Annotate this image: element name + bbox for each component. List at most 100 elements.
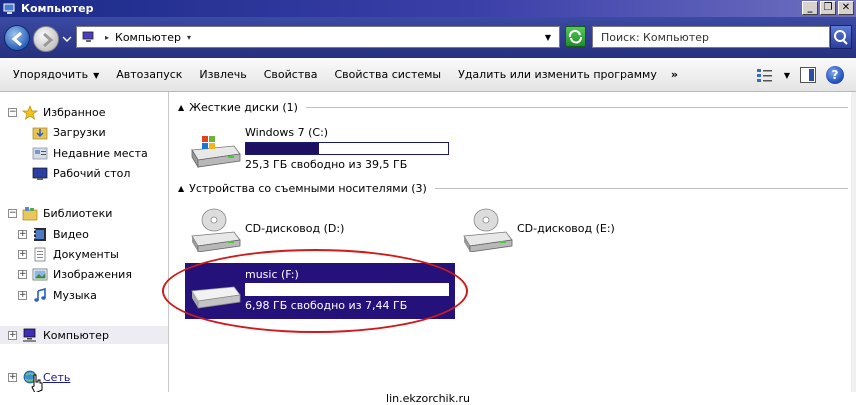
capacity-fill: [246, 143, 319, 154]
sidebar-item-label: Музыка: [53, 288, 97, 302]
sidebar-item-computer[interactable]: + Компьютер: [8, 326, 109, 344]
minimize-button[interactable]: _: [802, 1, 818, 15]
downloads-folder-icon: [32, 127, 48, 139]
help-icon[interactable]: ?: [826, 66, 844, 84]
cd-drive-icon: [463, 208, 513, 252]
sidebar-item-label: Документы: [53, 247, 119, 261]
organize-label: Упорядочить: [13, 68, 89, 81]
sidebar-item-downloads[interactable]: Загрузки: [32, 123, 106, 141]
drive-name: CD-дисковод (E:): [517, 222, 615, 235]
window-edge: [851, 92, 856, 392]
sidebar-item-video[interactable]: + Видео: [18, 225, 89, 243]
drive-e[interactable]: CD-дисковод (E:): [460, 204, 720, 254]
sidebar-item-label: Рабочий стол: [53, 166, 131, 180]
watermark-text: lin.ekzorchik.ru: [0, 392, 856, 405]
sidebar-item-images[interactable]: + Изображения: [18, 265, 132, 283]
collapse-icon[interactable]: −: [8, 107, 17, 117]
eject-button[interactable]: Извлечь: [199, 68, 246, 81]
collapse-icon[interactable]: −: [8, 208, 17, 218]
sidebar-item-music[interactable]: + Музыка: [18, 286, 97, 304]
address-dropdown-icon[interactable]: ▼: [545, 33, 551, 42]
group-header-hard-drives[interactable]: ▲ Жесткие диски (1): [178, 101, 848, 114]
search-input[interactable]: Поиск: Компьютер: [592, 26, 830, 48]
expand-icon[interactable]: +: [18, 229, 27, 239]
expand-icon[interactable]: +: [8, 372, 17, 382]
command-bar: Упорядочить ▼ Автозапуск Извлечь Свойства…: [0, 58, 856, 92]
address-bar: ▸ Компьютер ▾ ▼ Поиск: Компьютер: [0, 17, 856, 58]
chevron-down-icon[interactable]: ▾: [187, 33, 191, 42]
breadcrumb-arrow-icon[interactable]: ▸: [105, 33, 109, 42]
autoplay-button[interactable]: Автозапуск: [116, 68, 182, 81]
close-button[interactable]: ✕: [838, 1, 854, 15]
drive-free-space: 25,3 ГБ свободно из 39,5 ГБ: [245, 158, 408, 171]
images-icon: [32, 268, 48, 280]
video-icon: [34, 227, 46, 241]
drive-c[interactable]: Windows 7 (C:) 25,3 ГБ свободно из 39,5 …: [188, 122, 458, 172]
group-label: Устройства со съемными носителями (3): [189, 182, 427, 195]
breadcrumb[interactable]: Компьютер: [115, 31, 181, 44]
refresh-button[interactable]: [565, 26, 586, 47]
sidebar-item-label: Видео: [53, 227, 89, 241]
hard-drive-windows-icon: [191, 136, 241, 169]
history-dropdown-icon[interactable]: [62, 34, 72, 44]
group-label: Жесткие диски (1): [189, 101, 298, 114]
drive-name: CD-дисковод (D:): [245, 222, 345, 235]
capacity-bar: [245, 142, 449, 155]
chevron-down-icon: ▼: [93, 71, 100, 80]
sidebar-item-label: Сеть: [43, 370, 71, 384]
libraries-icon: [22, 206, 38, 220]
view-options-icon[interactable]: [756, 67, 774, 83]
restore-button[interactable]: ❐: [820, 1, 836, 15]
sidebar-item-label: Изображения: [53, 267, 132, 281]
search-icon: [834, 30, 848, 45]
expand-icon[interactable]: +: [8, 330, 17, 340]
sidebar-item-documents[interactable]: + Документы: [18, 245, 119, 263]
sidebar-item-label: Компьютер: [43, 328, 109, 342]
search-button[interactable]: [830, 25, 852, 49]
desktop-icon: [32, 167, 48, 180]
title-bar: Компьютер _ ❐ ✕: [0, 0, 856, 17]
refresh-icon: [568, 29, 582, 44]
collapse-group-icon[interactable]: ▲: [178, 184, 184, 193]
expand-icon[interactable]: +: [18, 290, 27, 300]
file-list: ▲ Жесткие диски (1) Windows 7 (C:) 25,3 …: [162, 92, 856, 392]
drive-d[interactable]: CD-дисковод (D:): [188, 204, 448, 254]
sidebar-item-label: Загрузки: [53, 125, 106, 139]
navigation-pane: − Избранное Загрузки Недавние места Рабо…: [0, 92, 169, 394]
divider: [305, 107, 848, 108]
star-icon: [22, 104, 38, 120]
cd-drive-icon: [191, 208, 241, 252]
recent-places-icon: [32, 147, 48, 159]
uninstall-program-button[interactable]: Удалить или изменить программу: [458, 68, 657, 81]
view-dropdown-icon[interactable]: ▼: [784, 71, 790, 80]
highlight-annotation: [162, 249, 468, 333]
system-properties-button[interactable]: Свойства системы: [334, 68, 441, 81]
collapse-group-icon[interactable]: ▲: [178, 103, 184, 112]
sidebar-item-recent[interactable]: Недавние места: [32, 144, 148, 162]
arrow-left-icon: [11, 31, 22, 47]
computer-icon: [82, 31, 94, 42]
more-commands-button[interactable]: »: [671, 68, 678, 81]
sidebar-item-libraries[interactable]: − Библиотеки: [8, 204, 112, 222]
forward-button[interactable]: [33, 26, 59, 52]
sidebar-item-desktop[interactable]: Рабочий стол: [32, 164, 130, 182]
hand-cursor-icon: [31, 374, 43, 394]
preview-pane-icon[interactable]: [800, 67, 816, 83]
address-field[interactable]: ▸ Компьютер ▾ ▼: [76, 26, 560, 48]
sidebar-item-favorites[interactable]: − Избранное: [8, 103, 105, 121]
sidebar-item-label: Избранное: [43, 105, 106, 119]
sidebar-item-label: Недавние места: [53, 146, 148, 160]
sidebar-item-label: Библиотеки: [43, 206, 113, 220]
group-header-removable[interactable]: ▲ Устройства со съемными носителями (3): [178, 182, 848, 195]
expand-icon[interactable]: +: [18, 249, 27, 259]
properties-button[interactable]: Свойства: [264, 68, 318, 81]
back-button[interactable]: [4, 25, 30, 51]
computer-icon: [3, 3, 15, 14]
window-title: Компьютер: [21, 2, 94, 15]
organize-button[interactable]: Упорядочить ▼: [13, 68, 99, 81]
arrow-right-icon: [43, 32, 54, 48]
expand-icon[interactable]: +: [18, 269, 27, 279]
computer-icon: [23, 328, 36, 342]
divider: [434, 188, 848, 189]
drive-name: Windows 7 (C:): [245, 126, 329, 139]
